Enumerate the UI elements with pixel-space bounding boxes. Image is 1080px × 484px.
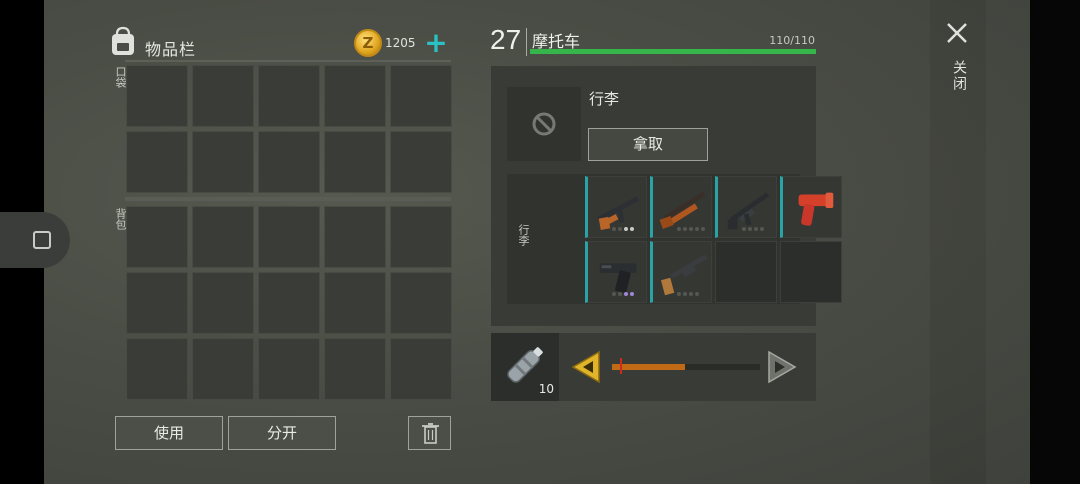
durability-dots — [612, 292, 634, 296]
floating-window-button[interactable] — [0, 212, 70, 268]
durability-dot — [612, 292, 616, 296]
backpack-icon — [112, 26, 134, 55]
luggage-slot[interactable] — [585, 176, 647, 238]
coin-icon: Z — [354, 29, 382, 57]
backpack-slot[interactable] — [192, 338, 254, 400]
backpack-slot[interactable] — [390, 338, 452, 400]
add-coins-button[interactable]: + — [422, 29, 450, 58]
vehicle-hp-fill — [530, 49, 816, 54]
empty-vehicle-slot — [507, 87, 581, 161]
pocket-slot[interactable] — [192, 65, 254, 127]
backpack-slot[interactable] — [126, 272, 188, 334]
durability-dot — [689, 227, 693, 231]
luggage-title: 行李 — [589, 90, 620, 108]
durability-dots — [677, 227, 705, 231]
header-divider — [125, 60, 451, 62]
durability-dot — [618, 227, 622, 231]
durability-dots — [677, 292, 699, 296]
vehicle-hp-text: 110/110 — [769, 34, 815, 47]
luggage-slot[interactable] — [715, 241, 777, 303]
luggage-slot[interactable] — [780, 176, 842, 238]
pocket-slot[interactable] — [258, 65, 320, 127]
durability-dots — [742, 227, 764, 231]
inventory-title: 物品栏 — [145, 40, 197, 59]
vehicle-level: 27 — [490, 24, 522, 55]
backpack-slot[interactable] — [324, 272, 386, 334]
luggage-slot[interactable] — [650, 176, 712, 238]
backpack-slot[interactable] — [192, 206, 254, 268]
luggage-side-label: 行李 — [517, 224, 530, 246]
quantity-slider[interactable] — [612, 364, 760, 370]
durability-dot — [695, 227, 699, 231]
backpack-slot[interactable] — [258, 338, 320, 400]
durability-dot — [689, 292, 693, 296]
durability-dot — [630, 227, 634, 231]
pocket-grid — [126, 65, 452, 193]
durability-dot — [742, 227, 746, 231]
durability-dot — [677, 292, 681, 296]
backpack-slot[interactable] — [258, 206, 320, 268]
durability-dot — [630, 292, 634, 296]
luggage-slot[interactable] — [780, 241, 842, 303]
pocket-slot[interactable] — [126, 65, 188, 127]
luggage-slot[interactable] — [650, 241, 712, 303]
use-button[interactable]: 使用 — [115, 416, 223, 450]
backpack-slot[interactable] — [126, 338, 188, 400]
consumable-slot[interactable]: 10 — [491, 333, 559, 401]
backpack-slot[interactable] — [390, 272, 452, 334]
durability-dot — [624, 227, 628, 231]
flare-gun-icon — [798, 192, 834, 226]
slider-fill — [612, 364, 685, 370]
coin-balance: 1205 — [385, 36, 416, 50]
consumable-quantity: 10 — [538, 382, 554, 396]
durability-dot — [683, 227, 687, 231]
square-icon — [33, 231, 51, 249]
backpack-slot[interactable] — [258, 272, 320, 334]
durability-dots — [612, 227, 634, 231]
pocket-slot[interactable] — [192, 131, 254, 193]
durability-dot — [754, 227, 758, 231]
pocket-slot[interactable] — [324, 65, 386, 127]
pocket-slot[interactable] — [126, 131, 188, 193]
close-label[interactable]: 关闭 — [949, 60, 969, 92]
pocket-slot[interactable] — [324, 131, 386, 193]
durability-dot — [701, 227, 705, 231]
screen-edge — [1030, 0, 1080, 484]
durability-dot — [748, 227, 752, 231]
level-divider — [526, 28, 527, 56]
luggage-slot[interactable] — [715, 176, 777, 238]
backpack-slot[interactable] — [324, 338, 386, 400]
split-button[interactable]: 分开 — [228, 416, 336, 450]
durability-dot — [612, 227, 616, 231]
trash-button[interactable] — [408, 416, 451, 450]
durability-dot — [677, 227, 681, 231]
durability-dot — [624, 292, 628, 296]
backpack-slot[interactable] — [192, 272, 254, 334]
durability-dot — [618, 292, 622, 296]
luggage-slot[interactable] — [585, 241, 647, 303]
pocket-slot[interactable] — [390, 131, 452, 193]
pocket-slot[interactable] — [258, 131, 320, 193]
backpack-slot[interactable] — [390, 206, 452, 268]
durability-dot — [683, 292, 687, 296]
take-button[interactable]: 拿取 — [588, 128, 708, 161]
pocket-slot[interactable] — [390, 65, 452, 127]
luggage-side: 行李 — [507, 174, 539, 304]
increase-arrow-icon[interactable] — [767, 350, 797, 384]
trash-icon — [422, 423, 439, 444]
decrease-arrow-icon[interactable] — [571, 350, 601, 384]
section-divider — [125, 197, 451, 201]
durability-dot — [695, 292, 699, 296]
backpack-slot[interactable] — [126, 206, 188, 268]
prohibited-icon — [532, 112, 556, 136]
backpack-grid — [126, 206, 452, 400]
close-icon[interactable] — [946, 22, 968, 44]
durability-dot — [760, 227, 764, 231]
vehicle-hp-bar — [530, 49, 816, 54]
slider-marker — [620, 358, 622, 374]
backpack-slot[interactable] — [324, 206, 386, 268]
